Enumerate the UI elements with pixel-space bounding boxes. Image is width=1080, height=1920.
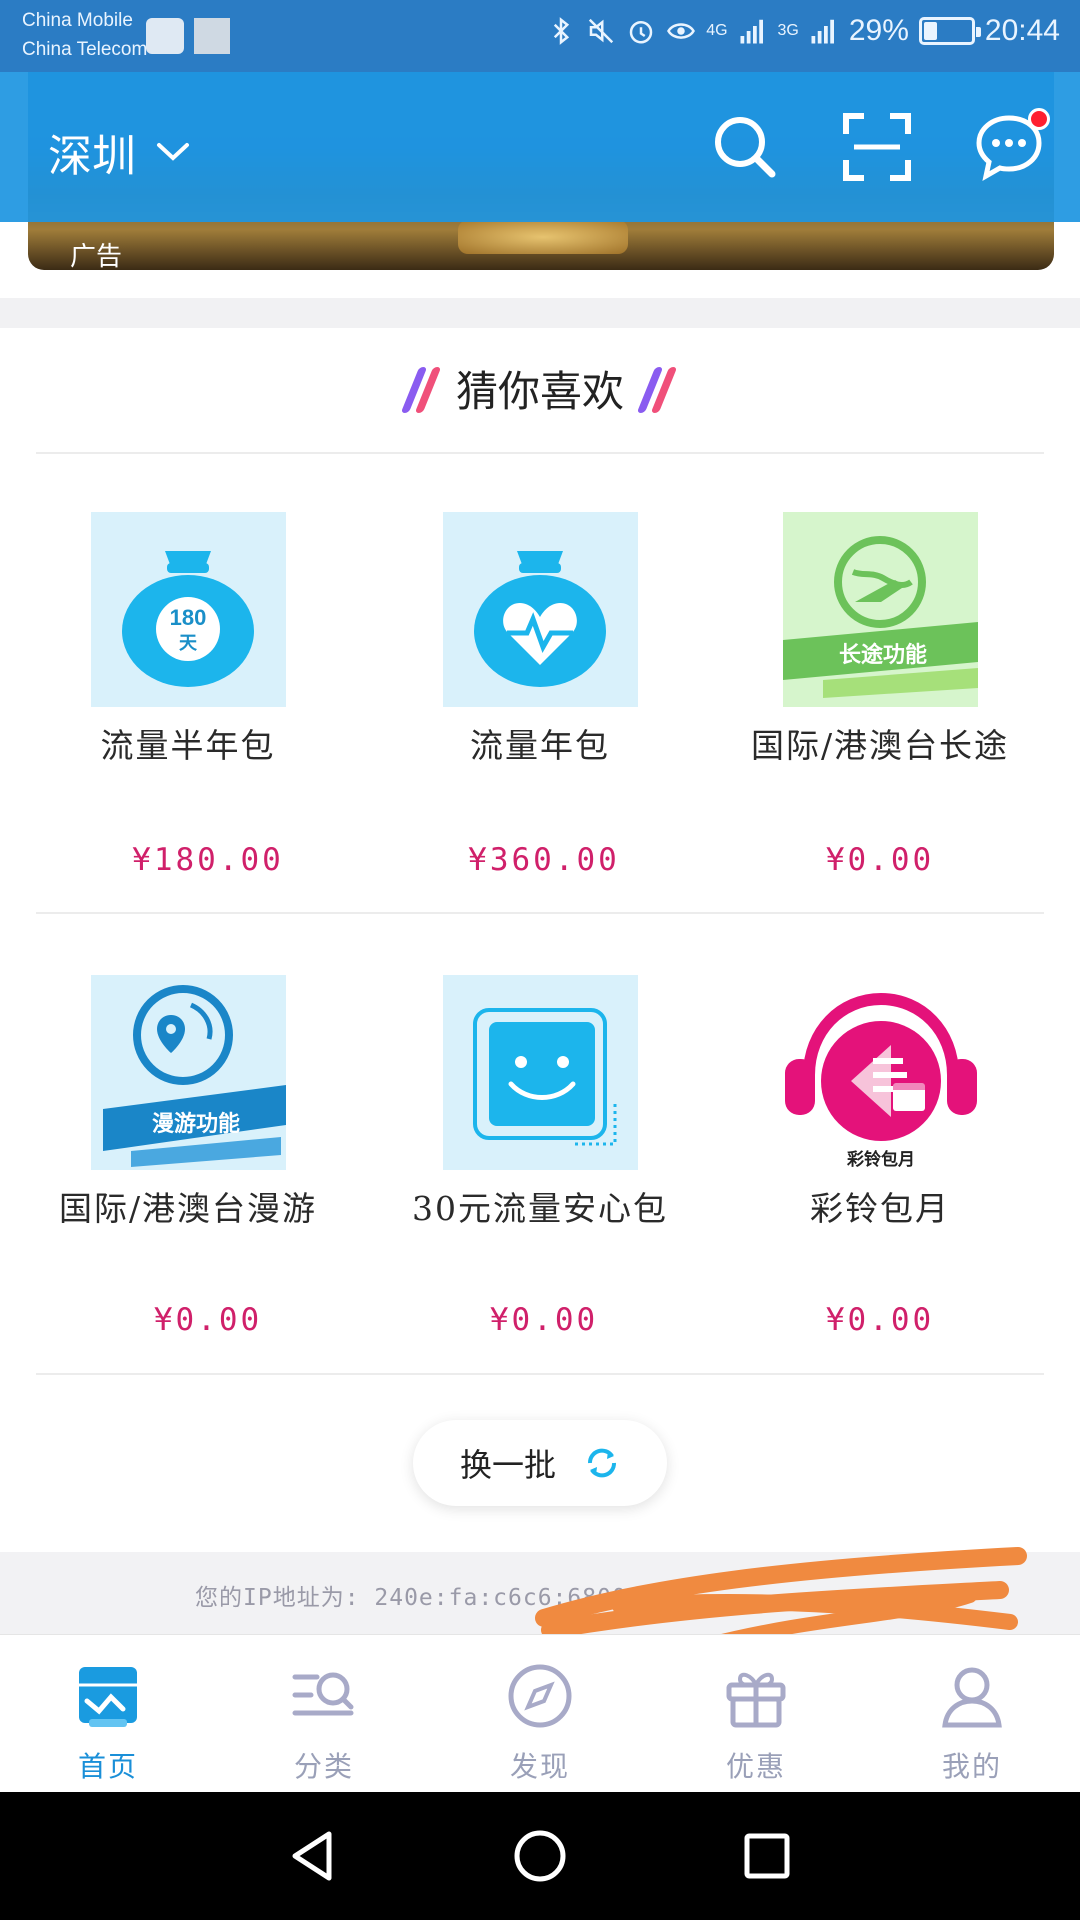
- tab-label: 我的: [941, 1750, 1002, 1783]
- signal-icon: [811, 19, 834, 44]
- section-divider: [0, 298, 1080, 328]
- product-price: ¥0.00: [825, 842, 935, 878]
- decor-slash-icon: [400, 366, 442, 413]
- eye-icon: [667, 23, 696, 39]
- battery-percent: 29%: [848, 14, 909, 47]
- bluetooth-icon: [554, 17, 570, 45]
- tab-offers[interactable]: 优惠: [648, 1635, 864, 1792]
- svg-text:180: 180: [170, 605, 207, 630]
- product-card[interactable]: 漫游功能 国际/港澳台漫游: [20, 975, 356, 1234]
- bottom-tab-bar: 首页 分类 发现 优惠 我的: [0, 1634, 1080, 1792]
- ribbon-text: 长途功能: [838, 642, 926, 668]
- product-card[interactable]: 流量年包: [372, 512, 708, 771]
- headphones-icon: 彩铃包月: [783, 975, 978, 1170]
- refresh-label: 换一批: [459, 1446, 556, 1484]
- tab-label: 首页: [77, 1750, 138, 1783]
- smiley-box-icon: [442, 975, 638, 1170]
- section-title-text: 猜你喜欢: [455, 367, 624, 416]
- app-header: 深圳: [0, 72, 1080, 222]
- alarm-icon: [629, 21, 653, 44]
- mute-icon: [589, 18, 614, 44]
- category-search-icon: [292, 1672, 354, 1716]
- home-icon[interactable]: [512, 1828, 568, 1884]
- net-type-1: 4G: [706, 22, 728, 39]
- product-price: ¥0.00: [825, 1302, 935, 1338]
- tab-mine[interactable]: 我的: [864, 1635, 1080, 1792]
- product-name: 国际/港澳台漫游: [58, 1189, 318, 1228]
- product-card[interactable]: 180 天 流量半年包: [20, 512, 356, 771]
- banner-badge: [458, 220, 628, 254]
- money-bag-180-icon: 180 天: [90, 512, 286, 707]
- product-name: 流量半年包: [100, 726, 276, 765]
- product-name: 流量年包: [470, 726, 610, 765]
- scan-icon: [843, 113, 911, 181]
- clock: 20:44: [984, 14, 1060, 47]
- signal-icon: [740, 19, 763, 44]
- roaming-icon: 漫游功能: [90, 975, 286, 1170]
- battery-icon: [918, 17, 981, 45]
- caption-text: 彩铃包月: [846, 1149, 915, 1170]
- product-price: ¥360.00: [468, 842, 620, 878]
- tab-label: 发现: [509, 1750, 570, 1783]
- refresh-icon: [587, 1448, 617, 1478]
- system-nav-bar: [0, 1792, 1080, 1920]
- notification-icon: [194, 18, 230, 54]
- city-name: 深圳: [48, 131, 136, 182]
- carrier-info: China Mobile China Telecom: [22, 6, 147, 64]
- product-name: 彩铃包月: [810, 1189, 950, 1228]
- tab-label: 分类: [293, 1750, 354, 1783]
- net-type-2: 3G: [777, 22, 799, 39]
- product-card[interactable]: 彩铃包月 彩铃包月: [712, 975, 1048, 1234]
- product-name: 30元流量安心包: [412, 1189, 668, 1228]
- product-name: 国际/港澳台长途: [750, 726, 1010, 765]
- long-distance-icon: 长途功能: [782, 512, 978, 707]
- divider: [36, 452, 1044, 454]
- user-icon: [942, 1667, 1002, 1728]
- unread-badge: [1028, 108, 1050, 130]
- product-card[interactable]: 30元流量安心包: [372, 975, 708, 1234]
- divider: [36, 912, 1044, 914]
- tab-home[interactable]: 首页: [0, 1635, 216, 1792]
- ribbon-text: 漫游功能: [151, 1111, 239, 1137]
- product-price: ¥0.00: [153, 1302, 263, 1338]
- city-selector[interactable]: 深圳: [48, 120, 190, 184]
- search-button[interactable]: [710, 112, 780, 182]
- back-icon[interactable]: [285, 1828, 341, 1884]
- ip-info-bar: 您的IP地址为: 240e:fa:c6c6:6800: [0, 1547, 1080, 1651]
- search-icon: [715, 117, 776, 178]
- gift-icon: [726, 1672, 786, 1728]
- refresh-batch-button[interactable]: 换一批: [413, 1420, 667, 1506]
- chevron-down-icon: [157, 143, 189, 161]
- carrier-1: China Mobile: [22, 10, 133, 31]
- product-card[interactable]: 长途功能 国际/港澳台长途: [712, 512, 1048, 771]
- status-bar: China Mobile China Telecom 4G 3G 29% 20:…: [0, 0, 1080, 72]
- money-bag-heart-icon: [442, 512, 638, 707]
- divider: [36, 1373, 1044, 1375]
- sim-app-icon: [146, 18, 184, 54]
- product-price: ¥180.00: [132, 842, 284, 878]
- tab-category[interactable]: 分类: [216, 1635, 432, 1792]
- recent-apps-icon[interactable]: [739, 1828, 795, 1884]
- carrier-2: China Telecom: [22, 39, 148, 60]
- section-title: 猜你喜欢: [0, 358, 1080, 419]
- scan-button[interactable]: [842, 112, 912, 182]
- tab-discover[interactable]: 发现: [432, 1635, 648, 1792]
- product-price: ¥0.00: [489, 1302, 599, 1338]
- compass-icon: [508, 1664, 572, 1728]
- ad-label: 广告: [70, 242, 123, 270]
- tab-label: 优惠: [725, 1750, 786, 1783]
- svg-text:天: 天: [179, 633, 198, 654]
- decor-slash-icon: [636, 366, 678, 413]
- home-store-icon: [79, 1667, 137, 1727]
- message-button[interactable]: [974, 108, 1050, 182]
